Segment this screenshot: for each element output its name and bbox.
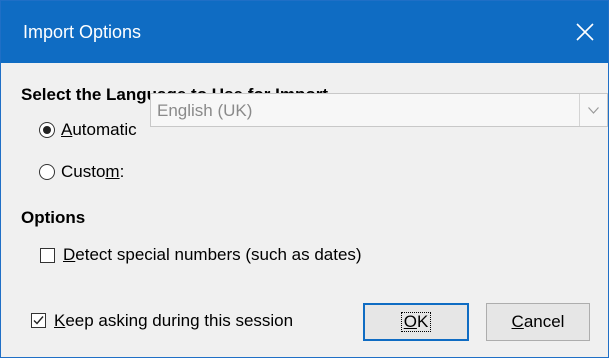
- keep-asking-label[interactable]: Keep asking during this session: [54, 311, 293, 331]
- automatic-radio[interactable]: [39, 122, 55, 138]
- language-select-value: English (UK): [157, 101, 253, 120]
- close-icon: [576, 23, 594, 41]
- automatic-label[interactable]: Automatic: [61, 120, 137, 140]
- custom-radio[interactable]: [39, 164, 55, 180]
- ok-button[interactable]: OK: [363, 303, 469, 341]
- options-heading: Options: [21, 208, 86, 227]
- dialog-title: Import Options: [23, 22, 142, 42]
- dialog-content: Select the Language to Use for Import Au…: [1, 63, 608, 357]
- cancel-button-label: Cancel: [511, 312, 565, 331]
- cancel-button[interactable]: Cancel: [486, 303, 590, 341]
- title-bar: Import Options: [1, 1, 608, 63]
- close-button[interactable]: [562, 1, 608, 63]
- detect-numbers-checkbox[interactable]: [40, 248, 55, 263]
- keep-asking-checkbox[interactable]: [31, 313, 46, 328]
- ok-button-label: OK: [400, 312, 432, 332]
- language-select-dropdown[interactable]: [579, 94, 607, 126]
- import-options-dialog: Import Options Select the Language to Us…: [0, 0, 609, 358]
- chevron-down-icon: [588, 106, 599, 114]
- custom-label[interactable]: Custom:: [61, 162, 124, 182]
- language-select[interactable]: English (UK): [150, 93, 608, 127]
- detect-numbers-label[interactable]: Detect special numbers (such as dates): [63, 245, 362, 265]
- checkmark-icon: [33, 316, 44, 325]
